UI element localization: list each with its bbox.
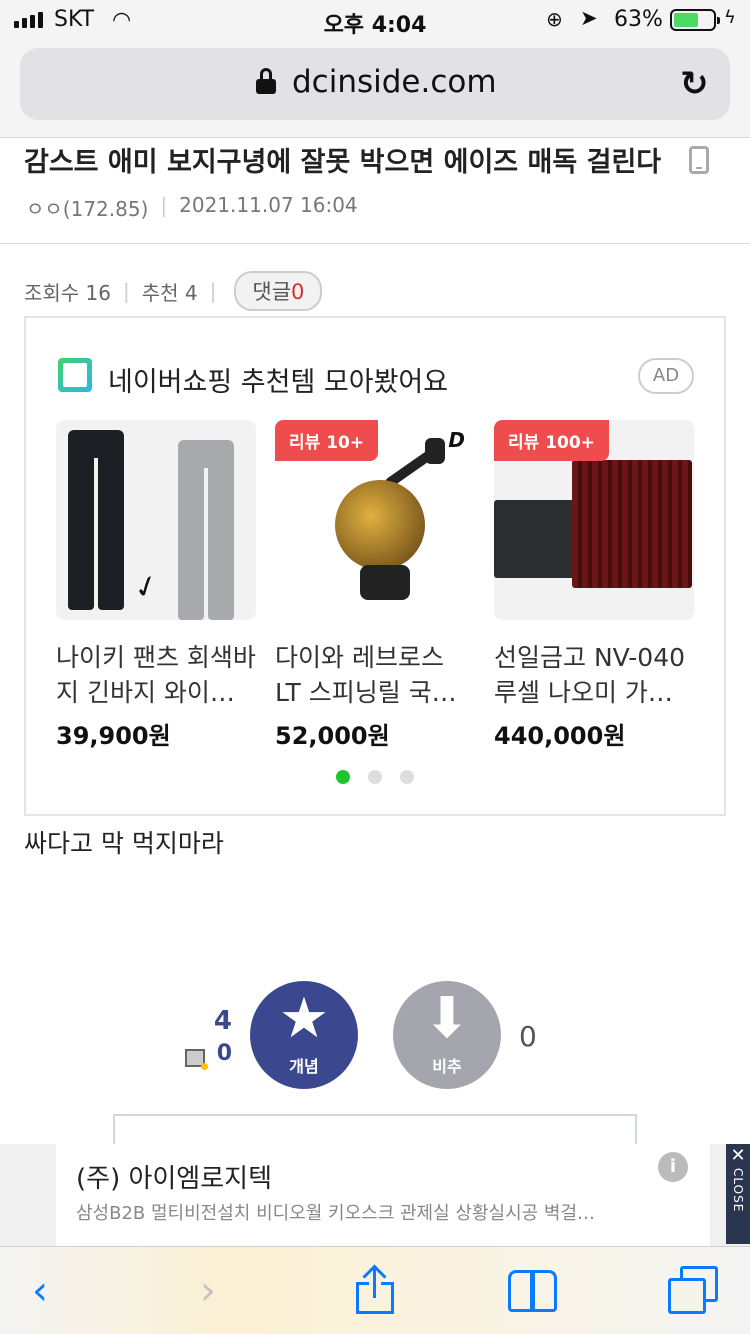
carousel-dot[interactable] bbox=[368, 770, 382, 784]
forward-icon: › bbox=[200, 1268, 216, 1314]
banner-description[interactable]: 삼성B2B 멀티비전설치 비디오월 키오스크 관제실 상황실시공 벽걸… bbox=[76, 1199, 676, 1225]
product-price: 52,000원 bbox=[275, 722, 390, 750]
product-card[interactable]: 리뷰 100+ 선일금고 NV-040 루셀 나오미 가… 440,000원 bbox=[494, 420, 694, 751]
stats-divider: | bbox=[123, 279, 130, 303]
recommend-count: 추천 4 bbox=[141, 280, 198, 305]
comments-label: 댓글 bbox=[252, 280, 292, 304]
lock-icon bbox=[256, 68, 276, 94]
upvote-button[interactable]: ★ 개념 bbox=[250, 981, 358, 1089]
safe-image bbox=[572, 460, 692, 588]
carousel-dot[interactable] bbox=[400, 770, 414, 784]
address-bar[interactable]: dcinside.com ↻ bbox=[20, 48, 730, 120]
status-bar: SKT ◠ 오후 4:04 ⊕ ➤ 63% ϟ bbox=[0, 0, 750, 40]
product-price: 39,900원 bbox=[56, 722, 171, 750]
mobile-icon bbox=[689, 146, 709, 174]
safe-image bbox=[494, 500, 576, 578]
battery-icon bbox=[670, 9, 720, 31]
views-count: 조회수 16 bbox=[24, 280, 112, 305]
product-name[interactable]: 다이와 레브로스 LT 스피닝릴 국… bbox=[275, 640, 475, 710]
divider bbox=[0, 243, 750, 244]
banner-content[interactable]: (주) 아이엠로지텍 삼성B2B 멀티비전설치 비디오월 키오스크 관제실 상황… bbox=[56, 1144, 710, 1246]
info-icon[interactable]: i bbox=[658, 1152, 688, 1182]
ad-badge[interactable]: AD bbox=[638, 358, 694, 394]
tabs-icon[interactable] bbox=[668, 1266, 720, 1316]
product-name[interactable]: 선일금고 NV-040 루셀 나오미 가… bbox=[494, 640, 694, 710]
banner-company[interactable]: (주) 아이엠로지텍 bbox=[76, 1158, 272, 1195]
product-name[interactable]: 나이키 팬츠 회색바지 긴바지 와이… bbox=[56, 640, 256, 710]
comments-button[interactable]: 댓글0 bbox=[234, 271, 323, 311]
address-domain: dcinside.com bbox=[292, 64, 497, 100]
post-author[interactable]: ㅇㅇ(172.85) bbox=[26, 193, 148, 222]
reel-image bbox=[335, 480, 425, 570]
banner-ad: (주) 아이엠로지텍 삼성B2B 멀티비전설치 비디오월 키오스크 관제실 상황… bbox=[0, 1144, 750, 1246]
location-icon: ➤ bbox=[580, 6, 598, 30]
post-body: 싸다고 막 먹지마라 bbox=[24, 829, 224, 858]
fixed-upvote-count: 0 bbox=[216, 1041, 232, 1066]
upvote-count: 4 bbox=[213, 1006, 232, 1036]
pants-image bbox=[68, 430, 124, 610]
carousel-dot[interactable] bbox=[336, 770, 350, 784]
pants-image bbox=[178, 440, 234, 620]
shopping-ad: 네이버쇼핑 추천템 모아봤어요 AD ✓ 나이키 팬츠 회색바지 긴바지 와이…… bbox=[24, 316, 726, 816]
battery-percent: 63% bbox=[614, 7, 663, 32]
upvote-label: 개념 bbox=[289, 1057, 319, 1076]
product-image-reel[interactable]: D 리뷰 10+ bbox=[275, 420, 475, 620]
post-meta: ㅇㅇ(172.85) | 2021.11.07 16:04 bbox=[26, 193, 358, 222]
naver-shopping-logo bbox=[58, 358, 92, 392]
post-date: 2021.11.07 16:04 bbox=[179, 193, 358, 217]
product-image-safe[interactable]: 리뷰 100+ bbox=[494, 420, 694, 620]
nike-logo: ✓ bbox=[129, 566, 164, 609]
post-stats: 조회수 16 | 추천 4 | 댓글0 bbox=[24, 271, 323, 311]
meta-divider: | bbox=[160, 193, 168, 217]
bookmarks-icon[interactable] bbox=[508, 1270, 560, 1312]
product-card[interactable]: D 리뷰 10+ 다이와 레브로스 LT 스피닝릴 국… 52,000원 bbox=[275, 420, 475, 751]
product-card[interactable]: ✓ 나이키 팬츠 회색바지 긴바지 와이… 39,900원 bbox=[56, 420, 256, 751]
rotation-lock-icon: ⊕ bbox=[546, 7, 563, 31]
down-arrow-icon: ⬇ bbox=[423, 986, 471, 1051]
review-tag: 리뷰 100+ bbox=[494, 420, 609, 461]
product-price: 440,000원 bbox=[494, 722, 626, 750]
product-image-pants[interactable]: ✓ bbox=[56, 420, 256, 620]
close-icon: ✕ bbox=[730, 1145, 746, 1166]
reload-icon[interactable]: ↻ bbox=[680, 64, 709, 104]
share-icon[interactable] bbox=[356, 1264, 394, 1314]
comments-count: 0 bbox=[291, 280, 305, 304]
back-icon[interactable]: ‹ bbox=[32, 1269, 48, 1313]
browser-header: dcinside.com ↻ bbox=[0, 40, 750, 138]
downvote-label: 비추 bbox=[432, 1057, 462, 1076]
daiwa-logo: D bbox=[448, 428, 465, 452]
review-tag: 리뷰 10+ bbox=[275, 420, 379, 461]
ad-heading: 네이버쇼핑 추천템 모아봤어요 bbox=[108, 367, 449, 398]
star-icon: ★ bbox=[278, 986, 330, 1051]
stats-divider: | bbox=[209, 279, 217, 303]
downvote-button[interactable]: ⬇ 비추 bbox=[393, 981, 501, 1089]
close-label: CLOSE bbox=[731, 1168, 745, 1213]
downvote-count: 0 bbox=[519, 1020, 537, 1053]
carousel-dots bbox=[336, 770, 414, 784]
charging-icon: ϟ bbox=[724, 7, 736, 28]
post-title: 감스트 애미 보지구녕에 잘못 박으면 에이즈 매독 걸린다 bbox=[24, 147, 662, 178]
banner-close-button[interactable]: ✕ CLOSE bbox=[726, 1144, 750, 1244]
